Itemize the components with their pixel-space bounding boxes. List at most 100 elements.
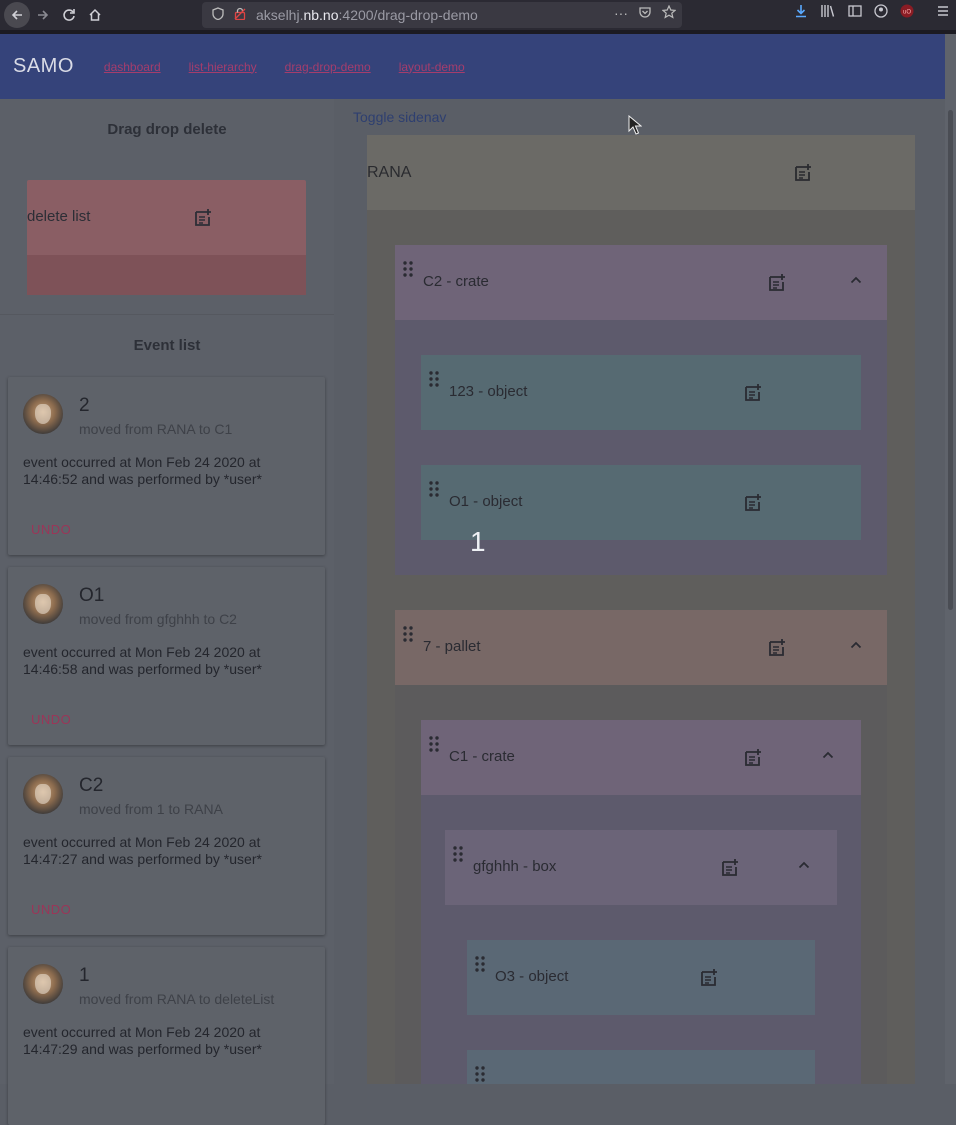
nav-link-drag-drop-demo[interactable]: drag-drop-demo bbox=[285, 60, 371, 74]
event-title: C2 bbox=[79, 775, 104, 796]
event-description: event occurred at Mon Feb 24 2020 at 14:… bbox=[23, 834, 262, 867]
avatar bbox=[23, 394, 63, 434]
note-add-icon[interactable] bbox=[743, 383, 763, 403]
svg-text:uO: uO bbox=[903, 10, 911, 16]
avatar bbox=[23, 774, 63, 814]
chevron-up-icon[interactable] bbox=[849, 638, 863, 652]
item-label: C1 - crate bbox=[449, 748, 515, 765]
note-add-icon[interactable] bbox=[743, 748, 763, 768]
drag-handle-icon[interactable] bbox=[403, 626, 413, 642]
extension-icon[interactable]: uO bbox=[900, 4, 914, 21]
drag-handle-icon[interactable] bbox=[475, 1066, 485, 1082]
event-subtitle: moved from 1 to RANA bbox=[79, 801, 223, 817]
event-card: O1 moved from gfghhh to C2 event occurre… bbox=[8, 567, 325, 745]
mouse-cursor-icon bbox=[628, 115, 642, 135]
url-bar[interactable]: akselhj. nb.no:4200/drag-drop-demo ··· bbox=[202, 2, 682, 28]
scrollbar-thumb[interactable] bbox=[948, 110, 953, 610]
avatar bbox=[23, 964, 63, 1004]
chevron-up-icon[interactable] bbox=[797, 858, 811, 872]
sidenav: Drag drop delete delete list Event list … bbox=[0, 99, 334, 1125]
root-container-rana[interactable]: RANA C2 - crate 123 - object O1 - object… bbox=[367, 135, 915, 1084]
item-label: gfghhh - box bbox=[473, 858, 557, 875]
forward-arrow-icon[interactable] bbox=[30, 2, 56, 28]
drag-handle-icon[interactable] bbox=[429, 481, 439, 497]
item-label: 123 - object bbox=[449, 383, 528, 400]
sidebar-icon[interactable] bbox=[848, 4, 862, 21]
item-label: 7 - pallet bbox=[423, 638, 481, 655]
drag-handle-icon[interactable] bbox=[403, 261, 413, 277]
object-o1[interactable]: O1 - object bbox=[421, 465, 861, 540]
url-host: akselhj. bbox=[256, 7, 304, 23]
url-domain: nb.no bbox=[303, 7, 339, 23]
insecure-lock-icon bbox=[234, 7, 246, 23]
app-header: SAMO dashboard list-hierarchy drag-drop-… bbox=[0, 34, 945, 99]
note-add-icon[interactable] bbox=[767, 638, 787, 658]
box-gfghhh[interactable]: gfghhh - box O3 - object bbox=[445, 830, 837, 1084]
undo-button[interactable]: UNDO bbox=[31, 712, 71, 727]
pocket-icon[interactable] bbox=[638, 5, 652, 22]
event-card: 1 moved from RANA to deleteList event oc… bbox=[8, 947, 325, 1125]
nav-link-list-hierarchy[interactable]: list-hierarchy bbox=[189, 60, 257, 74]
drag-handle-icon[interactable] bbox=[453, 846, 463, 862]
event-description: event occurred at Mon Feb 24 2020 at 14:… bbox=[23, 644, 262, 677]
nav-link-layout-demo[interactable]: layout-demo bbox=[399, 60, 465, 74]
event-list-title: Event list bbox=[133, 337, 201, 354]
drag-handle-icon[interactable] bbox=[475, 956, 485, 972]
event-card: C2 moved from 1 to RANA event occurred a… bbox=[8, 757, 325, 935]
delete-list-dropzone[interactable]: delete list bbox=[27, 180, 306, 295]
root-label: RANA bbox=[367, 164, 412, 181]
menu-icon[interactable] bbox=[936, 4, 950, 21]
app-brand[interactable]: SAMO bbox=[13, 55, 74, 78]
event-subtitle: moved from RANA to C1 bbox=[79, 421, 233, 437]
drag-handle-icon[interactable] bbox=[429, 371, 439, 387]
event-title: 2 bbox=[79, 395, 90, 416]
chevron-up-icon[interactable] bbox=[849, 273, 863, 287]
page-actions-icon[interactable]: ··· bbox=[614, 5, 628, 22]
note-add-icon[interactable] bbox=[699, 968, 719, 988]
crate-c1[interactable]: C1 - crate gfghhh - box O3 - object bbox=[421, 720, 861, 1084]
section-divider bbox=[0, 314, 334, 315]
drag-handle-icon[interactable] bbox=[429, 736, 439, 752]
library-icon[interactable] bbox=[820, 4, 836, 21]
event-subtitle: moved from gfghhh to C2 bbox=[79, 611, 237, 627]
account-icon[interactable] bbox=[874, 4, 888, 21]
item-label: O1 - object bbox=[449, 493, 523, 510]
drag-preview: 1 bbox=[470, 526, 486, 557]
note-add-icon[interactable] bbox=[743, 493, 763, 513]
event-subtitle: moved from RANA to deleteList bbox=[79, 991, 275, 1007]
crate-header: C2 - crate bbox=[395, 245, 887, 320]
item-label: O3 - object bbox=[495, 968, 569, 985]
pallet-header: 7 - pallet bbox=[395, 610, 887, 685]
shield-icon bbox=[212, 7, 224, 23]
crate-c2[interactable]: C2 - crate 123 - object O1 - object bbox=[395, 245, 887, 575]
pallet-7[interactable]: 7 - pallet C1 - crate gfghhh - box O3 - … bbox=[395, 610, 887, 1084]
url-path: :4200/drag-drop-demo bbox=[338, 7, 478, 23]
object-o3[interactable]: O3 - object bbox=[467, 940, 815, 1015]
avatar bbox=[23, 584, 63, 624]
delete-list-drop-area bbox=[27, 255, 306, 295]
object-123[interactable]: 123 - object bbox=[421, 355, 861, 430]
bookmark-star-icon[interactable] bbox=[661, 4, 677, 22]
object-partial[interactable] bbox=[467, 1050, 815, 1084]
home-icon[interactable] bbox=[82, 2, 108, 28]
toggle-sidenav-link[interactable]: Toggle sidenav bbox=[353, 109, 446, 125]
event-title: 1 bbox=[79, 965, 90, 986]
nav-link-dashboard[interactable]: dashboard bbox=[104, 60, 161, 74]
undo-button[interactable]: UNDO bbox=[31, 902, 71, 917]
note-add-icon[interactable] bbox=[793, 163, 813, 183]
note-add-icon[interactable] bbox=[720, 858, 740, 878]
event-title: O1 bbox=[79, 585, 105, 606]
delete-section-title: Drag drop delete bbox=[107, 121, 227, 138]
note-add-icon[interactable] bbox=[193, 208, 213, 228]
back-arrow-icon[interactable] bbox=[4, 2, 30, 28]
note-add-icon[interactable] bbox=[767, 273, 787, 293]
box-header: gfghhh - box bbox=[445, 830, 837, 905]
chevron-up-icon[interactable] bbox=[821, 748, 835, 762]
delete-list-label: delete list bbox=[27, 208, 91, 225]
download-icon[interactable] bbox=[794, 4, 808, 21]
undo-button[interactable]: UNDO bbox=[31, 522, 71, 537]
event-description: event occurred at Mon Feb 24 2020 at 14:… bbox=[23, 1024, 262, 1057]
reload-icon[interactable] bbox=[56, 2, 82, 28]
crate-header: C1 - crate bbox=[421, 720, 861, 795]
browser-toolbar: akselhj. nb.no:4200/drag-drop-demo ··· uO bbox=[0, 0, 956, 30]
